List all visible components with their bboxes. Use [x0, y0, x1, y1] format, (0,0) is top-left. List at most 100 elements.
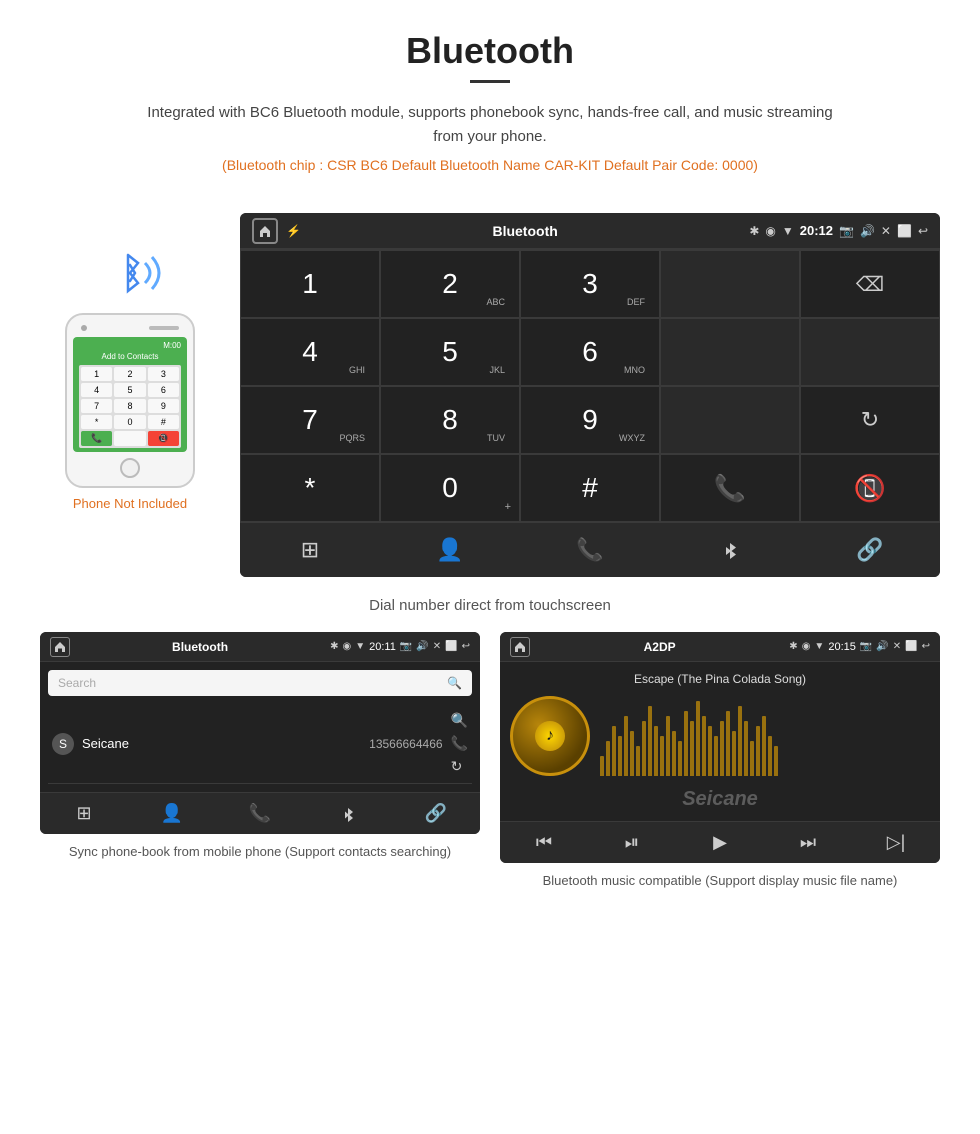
dial-key-3[interactable]: 3 DEF [520, 250, 660, 318]
viz-bar [702, 716, 706, 776]
pb-sync-action[interactable]: ↻ [451, 758, 468, 775]
phonebook-body: Search 🔍 S Seicane 13566664466 🔍 📞 ↻ [40, 662, 480, 792]
music-home-icon[interactable] [510, 637, 530, 657]
phone-key-hash[interactable]: # [148, 415, 179, 429]
music-prev[interactable]: ⏮ [500, 822, 588, 863]
song-title: Escape (The Pina Colada Song) [634, 672, 806, 686]
pb-nav-phone[interactable]: 📞 [216, 793, 304, 834]
contact-name: Seicane [82, 736, 369, 751]
back-icon[interactable]: ↩ [918, 224, 928, 238]
dial-key-6[interactable]: 6 MNO [520, 318, 660, 386]
dial-key-7[interactable]: 7 PQRS [240, 386, 380, 454]
pb-home-icon[interactable] [50, 637, 70, 657]
music-scr-icon: ⬜ [905, 641, 917, 652]
dial-caption: Dial number direct from touchscreen [0, 597, 980, 614]
nav-link[interactable]: 🔗 [800, 523, 940, 577]
status-time: 20:12 [800, 223, 833, 238]
viz-bar [720, 721, 724, 776]
statusbar-left: ⚡ [252, 218, 301, 244]
nav-dialpad[interactable]: ⊞ [240, 523, 380, 577]
phonebook-wrap: Bluetooth ✱ ◉ ▼ 20:11 📷 🔊 ✕ ⬜ ↩ Search � [40, 632, 480, 891]
phone-key-4[interactable]: 4 [81, 383, 112, 397]
pb-loc-icon: ◉ [343, 641, 352, 652]
dial-end-button[interactable]: 📵 [800, 454, 940, 522]
phone-key-star[interactable]: * [81, 415, 112, 429]
viz-bar [714, 736, 718, 776]
viz-bar [678, 741, 682, 776]
dial-key-2[interactable]: 2 ABC [380, 250, 520, 318]
pb-call-action[interactable]: 📞 [451, 735, 468, 752]
phone-key-empty [114, 431, 145, 446]
viz-bar [618, 736, 622, 776]
phone-home-button[interactable] [120, 458, 140, 478]
dial-screen-title: Bluetooth [301, 223, 749, 239]
phone-key-1[interactable]: 1 [81, 367, 112, 381]
viz-bar [648, 706, 652, 776]
screen-icon: ⬜ [897, 224, 912, 238]
music-back-icon[interactable]: ↩ [922, 641, 930, 652]
dial-key-hash[interactable]: # [520, 454, 660, 522]
pb-cam-icon: 📷 [400, 641, 412, 652]
dial-key-5[interactable]: 5 JKL [380, 318, 520, 386]
home-icon[interactable] [252, 218, 278, 244]
dial-empty-3 [660, 386, 800, 454]
music-skip[interactable]: ▷| [852, 822, 940, 863]
viz-bar [684, 711, 688, 776]
title-underline [470, 80, 510, 83]
dial-call-button[interactable]: 📞 [660, 454, 800, 522]
phone-key-5[interactable]: 5 [114, 383, 145, 397]
pb-back-icon[interactable]: ↩ [462, 641, 470, 652]
phonebook-screen: Bluetooth ✱ ◉ ▼ 20:11 📷 🔊 ✕ ⬜ ↩ Search � [40, 632, 480, 834]
pb-bt-icon: ✱ [330, 641, 338, 652]
phone-key-0[interactable]: 0 [114, 415, 145, 429]
contact-row[interactable]: S Seicane 13566664466 🔍 📞 ↻ [48, 704, 472, 784]
viz-bar [666, 716, 670, 776]
pb-scr-icon: ⬜ [445, 641, 457, 652]
phone-speaker [149, 326, 179, 330]
viz-bar [690, 721, 694, 776]
music-next[interactable]: ⏭ [764, 822, 852, 863]
search-placeholder: Search [58, 676, 96, 690]
pb-nav-link[interactable]: 🔗 [392, 793, 480, 834]
music-visualizer [600, 696, 930, 776]
dial-key-star[interactable]: * [240, 454, 380, 522]
music-play[interactable]: ▶ [676, 822, 764, 863]
music-statusbar: A2DP ✱ ◉ ▼ 20:15 📷 🔊 ✕ ⬜ ↩ [500, 632, 940, 662]
viz-bar [660, 736, 664, 776]
pb-nav-bt[interactable] [304, 793, 392, 834]
nav-bluetooth[interactable] [660, 523, 800, 577]
dial-key-8[interactable]: 8 TUV [380, 386, 520, 454]
search-bar[interactable]: Search 🔍 [48, 670, 472, 696]
phonebook-title: Bluetooth [70, 640, 330, 654]
dial-key-4[interactable]: 4 GHI [240, 318, 380, 386]
phone-screen: M:00 Add to Contacts 1 2 3 4 5 6 7 8 9 *… [73, 337, 187, 452]
phone-key-6[interactable]: 6 [148, 383, 179, 397]
phone-key-9[interactable]: 9 [148, 399, 179, 413]
dial-backspace[interactable]: ⌫ [800, 250, 940, 318]
pb-nav-grid[interactable]: ⊞ [40, 793, 128, 834]
viz-bar [774, 746, 778, 776]
nav-contacts[interactable]: 👤 [380, 523, 520, 577]
contact-number: 13566664466 [369, 737, 442, 751]
dial-key-9[interactable]: 9 WXYZ [520, 386, 660, 454]
phone-key-end[interactable]: 📵 [148, 431, 179, 446]
music-play-pause[interactable]: ⏯ [588, 822, 676, 863]
music-status-right: ✱ ◉ ▼ 20:15 📷 🔊 ✕ ⬜ ↩ [789, 641, 930, 653]
phone-key-2[interactable]: 2 [114, 367, 145, 381]
bt-icon: ✱ [749, 224, 759, 238]
dial-key-1[interactable]: 1 [240, 250, 380, 318]
phone-key-8[interactable]: 8 [114, 399, 145, 413]
pb-nav-person[interactable]: 👤 [128, 793, 216, 834]
phone-key-7[interactable]: 7 [81, 399, 112, 413]
album-art: ♪ [510, 696, 590, 776]
phone-key-call[interactable]: 📞 [81, 431, 112, 446]
page-title: Bluetooth [20, 30, 960, 72]
nav-call[interactable]: 📞 [520, 523, 660, 577]
music-wrap: A2DP ✱ ◉ ▼ 20:15 📷 🔊 ✕ ⬜ ↩ Escape (The P… [500, 632, 940, 891]
viz-bar [756, 726, 760, 776]
bt-music-icon: ♪ [546, 727, 554, 745]
pb-search-action[interactable]: 🔍 [451, 712, 468, 729]
dial-key-0[interactable]: 0 + [380, 454, 520, 522]
dial-refresh[interactable]: ↻ [800, 386, 940, 454]
phone-key-3[interactable]: 3 [148, 367, 179, 381]
